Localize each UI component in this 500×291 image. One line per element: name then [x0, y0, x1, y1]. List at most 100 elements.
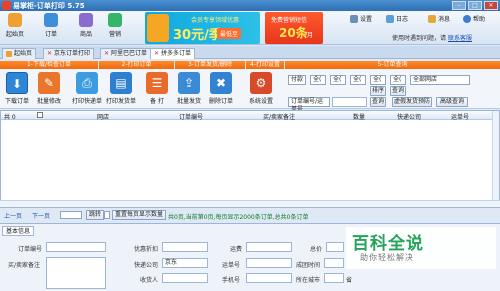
status-filter-select-5[interactable]: 全( — [390, 75, 406, 85]
col-remark: 买/卖家备注 — [263, 114, 296, 121]
next-page-link[interactable]: 下一页 — [32, 211, 50, 220]
download-orders-label: 下载订单 — [4, 98, 29, 105]
prepare-print-label: 备 打 — [150, 98, 164, 105]
group-query: 5-订单查询 — [285, 61, 500, 69]
nav-products-button[interactable]: 商品 — [75, 13, 97, 38]
banner2-unit: /月 — [305, 32, 314, 39]
order-no-field[interactable] — [46, 242, 106, 252]
city-field[interactable] — [324, 273, 344, 283]
status-filter-select-2[interactable]: 全( — [330, 75, 346, 85]
batch-ship-button[interactable]: ⇪ 批量发货 — [174, 72, 204, 105]
system-settings-button[interactable]: ⚙ 系统设置 — [246, 72, 276, 105]
tab-start[interactable]: 起始页 — [2, 48, 37, 59]
download-orders-button[interactable]: ⬇ 下载订单 — [2, 72, 32, 105]
page-number-input[interactable] — [60, 211, 82, 219]
receiver-field[interactable] — [162, 273, 208, 283]
help-icon — [463, 14, 471, 23]
col-shop: 网店 — [97, 114, 110, 121]
status-filter-select-4[interactable]: 全( — [370, 75, 386, 85]
banner2-count: 20条 — [279, 26, 308, 40]
tab-jd-orders[interactable]: ✕ 京东订单打印 — [43, 48, 95, 59]
banner1-price: 30元/季 — [173, 28, 222, 43]
products-icon — [79, 13, 93, 27]
print-invoice-button[interactable]: ▤ 打印发货单 — [106, 72, 136, 105]
close-button[interactable]: ✕ — [484, 1, 498, 10]
payment-filter-select[interactable]: 付款 — [288, 75, 306, 85]
messages-label: 消息 — [438, 16, 451, 23]
label-remark: 买/卖家备注 — [8, 262, 41, 269]
messages-button[interactable]: 消息 — [428, 14, 450, 23]
tab-strip: 起始页 ✕ 京东订单打印 ✕ 阿里巴巴订单 ✕ 拼多多订单 — [0, 46, 500, 59]
vertical-scrollbar[interactable] — [492, 111, 499, 207]
query-button-1[interactable]: 查询 — [390, 86, 406, 96]
log-button[interactable]: 日志 — [386, 14, 408, 23]
orders-icon — [44, 13, 58, 27]
fake-ship-prevent-button[interactable]: 虚假发货预防 — [392, 97, 432, 107]
tab-alibaba-orders[interactable]: ✕ 阿里巴巴订单 — [100, 48, 152, 59]
nav-start-button[interactable]: 起始页 — [4, 13, 26, 38]
page-size-input[interactable] — [104, 211, 110, 219]
label-tracking-no: 运单号 — [222, 262, 241, 269]
page-size-button[interactable]: 重置每页显示数量 — [112, 210, 167, 220]
mobile-field[interactable] — [246, 273, 292, 283]
select-all-checkbox[interactable] — [37, 112, 43, 118]
query-button-2[interactable]: 查询 — [370, 97, 386, 107]
courier-select[interactable]: 京东 — [162, 258, 208, 268]
freight-field[interactable] — [246, 242, 292, 252]
group-print: 2-打印订单 — [99, 61, 174, 69]
col-order-no: 订单编号 — [179, 114, 204, 121]
label-order-no: 订单编号 — [18, 246, 43, 253]
tab-pdd-label: 拼多多订单 — [161, 50, 192, 57]
horizontal-scrollbar[interactable] — [0, 200, 500, 207]
help-button[interactable]: 帮助 — [463, 14, 485, 23]
close-tab-icon[interactable]: ✕ — [104, 49, 109, 59]
delete-orders-button[interactable]: ✖ 删除订单 — [206, 72, 236, 105]
discount-field[interactable] — [162, 242, 208, 252]
prev-page-link[interactable]: 上一页 — [4, 211, 22, 220]
group-time-field[interactable] — [324, 258, 344, 268]
pager: 上一页 下一页 跳转 重置每页显示数量 共0页,当前第0页,每页显示2000条订… — [0, 209, 500, 221]
shop-filter-select[interactable]: 全部网店 — [410, 75, 470, 85]
search-field-select[interactable]: 订单编号/运单号 — [288, 97, 330, 113]
prepare-print-button[interactable]: ☰ 备 打 — [142, 72, 172, 105]
banner1-headline: 会员专享领域优惠 — [191, 17, 240, 24]
close-tab-icon[interactable]: ✕ — [47, 49, 52, 59]
remark-field[interactable] — [46, 257, 106, 289]
maximize-button[interactable]: □ — [468, 1, 482, 10]
search-input[interactable] — [332, 97, 367, 107]
nav-start-label: 起始页 — [5, 31, 24, 38]
tab-basic-info[interactable]: 基本信息 — [2, 226, 35, 236]
nav-orders-label: 订单 — [44, 31, 57, 38]
status-filter-select-1[interactable]: 全( — [310, 75, 326, 85]
nav-marketing-button[interactable]: 营销 — [104, 13, 126, 38]
edit-icon: ✎ — [38, 72, 60, 94]
tab-pdd-orders[interactable]: ✕ 拼多多订单 — [150, 48, 196, 59]
tracking-no-field[interactable] — [246, 258, 292, 268]
settings-button[interactable]: 设置 — [350, 14, 372, 23]
batch-edit-button[interactable]: ✎ 批量修改 — [34, 72, 64, 105]
promo-banner-sms[interactable]: 免费营销短信 20条 /月 — [265, 12, 323, 44]
contact-support-link[interactable]: 联系客服 — [448, 35, 472, 42]
batch-ship-label: 批量发货 — [176, 98, 201, 105]
print-invoice-label: 打印发货单 — [106, 98, 137, 105]
group-print-settings: 4-打印设置 — [246, 61, 284, 69]
sort-button[interactable]: 排序 — [370, 86, 386, 96]
label-province: 省 — [346, 277, 353, 284]
minimize-button[interactable]: – — [452, 1, 466, 10]
jump-button[interactable]: 跳转 — [86, 210, 105, 220]
close-tab-icon[interactable]: ✕ — [154, 49, 159, 59]
table-header: 共 0 网店 订单编号 买/卖家备注 数量 快递公司 运单号 — [1, 111, 499, 121]
promo-banner-membership[interactable]: 会员专享领域优惠 30元/季 最低至 — [145, 12, 260, 44]
print-express-button[interactable]: ⎙ 打印快递单 — [72, 72, 102, 105]
total-field[interactable] — [326, 242, 344, 252]
col-count: 共 0 — [4, 114, 16, 121]
tab-start-label: 起始页 — [14, 50, 33, 57]
watermark: 百科全说 助你轻松解决 — [346, 227, 496, 269]
system-settings-label: 系统设置 — [248, 98, 273, 105]
label-city: 所在城市 — [296, 277, 321, 284]
nav-orders-button[interactable]: 订单 — [40, 13, 62, 38]
advanced-query-button[interactable]: 高级查询 — [436, 97, 468, 107]
print-express-label: 打印快递单 — [72, 98, 103, 105]
help-text: 使用时遇到问题，请 — [392, 35, 447, 42]
status-filter-select-3[interactable]: 全( — [350, 75, 366, 85]
